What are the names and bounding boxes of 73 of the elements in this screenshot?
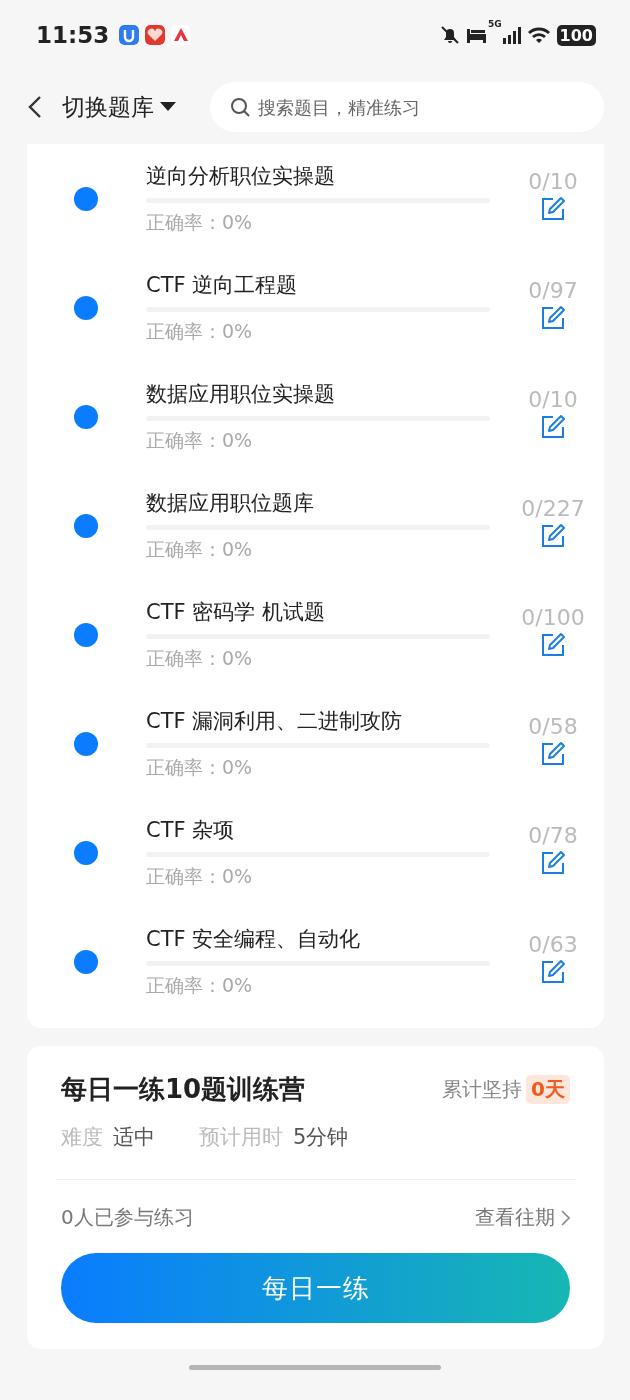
- topic-title: 逆向分析职位实操题: [146, 163, 336, 190]
- topic-row[interactable]: 逆向分析职位实操题 正确率：0% 0/10: [27, 144, 604, 253]
- edit-icon[interactable]: [540, 959, 566, 985]
- streak-badge: 0天: [526, 1075, 570, 1104]
- status-dot: [74, 513, 98, 538]
- status-dot: [74, 840, 98, 865]
- accuracy-text: 正确率：0%: [146, 973, 254, 998]
- network-label: 5G: [487, 20, 502, 29]
- progress-count: 0/58: [528, 714, 578, 739]
- topic-title: 数据应用职位实操题: [146, 381, 336, 408]
- bed-icon: [465, 26, 488, 44]
- signal-icon: [502, 26, 521, 44]
- accuracy-text: 正确率：0%: [146, 755, 254, 780]
- edit-icon[interactable]: [540, 523, 566, 549]
- topic-row[interactable]: CTF 漏洞利用、二进制攻防 正确率：0% 0/58: [27, 689, 604, 798]
- camp-title: 每日一练10题训练营: [61, 1073, 306, 1106]
- accuracy-text: 正确率：0%: [146, 537, 254, 562]
- topic-row[interactable]: 数据应用职位题库 正确率：0% 0/227: [27, 471, 604, 580]
- edit-icon[interactable]: [540, 305, 566, 331]
- app-icon: [171, 25, 192, 45]
- progress-count: 0/63: [528, 932, 578, 957]
- status-dot: [74, 731, 98, 756]
- accuracy-text: 正确率：0%: [146, 319, 254, 344]
- edit-icon[interactable]: [540, 850, 566, 876]
- accuracy-text: 正确率：0%: [146, 210, 254, 235]
- accuracy-text: 正确率：0%: [146, 428, 254, 453]
- topic-title: CTF 漏洞利用、二进制攻防: [146, 708, 404, 735]
- caret-icon: [160, 102, 176, 112]
- edit-icon[interactable]: [540, 741, 566, 767]
- difficulty-label: 难度: [61, 1124, 103, 1151]
- progress-count: 0/100: [521, 605, 585, 630]
- streak-label: 累计坚持: [442, 1076, 523, 1103]
- wifi-icon: [526, 26, 551, 44]
- progress-count: 0/78: [528, 823, 578, 848]
- edit-icon[interactable]: [540, 414, 566, 440]
- status-dot: [74, 404, 98, 429]
- status-dot: [74, 186, 98, 211]
- progress-count: 0/97: [528, 278, 578, 303]
- topic-title: 数据应用职位题库: [146, 490, 315, 517]
- progress-count: 0/10: [528, 387, 578, 412]
- topic-title: CTF 密码学 机试题: [146, 599, 326, 626]
- app-icon: [119, 25, 140, 45]
- chevron-right-icon: [561, 1209, 570, 1226]
- edit-icon[interactable]: [540, 196, 566, 222]
- difficulty-value: 适中: [113, 1124, 155, 1151]
- accuracy-text: 正确率：0%: [146, 864, 254, 889]
- back-icon[interactable]: [28, 95, 42, 119]
- clock: 11:53: [36, 22, 110, 48]
- time-value: 5分钟: [293, 1124, 349, 1151]
- topic-row[interactable]: CTF 安全编程、自动化 正确率：0% 0/63: [27, 907, 604, 1016]
- edit-icon[interactable]: [540, 632, 566, 658]
- status-dot: [74, 295, 98, 320]
- accuracy-text: 正确率：0%: [146, 646, 254, 671]
- muted-bell-icon: [439, 25, 460, 45]
- topic-row[interactable]: 数据应用职位实操题 正确率：0% 0/10: [27, 362, 604, 471]
- search-field[interactable]: 搜索题目，精准练习: [210, 82, 604, 132]
- history-link[interactable]: 查看往期: [475, 1204, 570, 1231]
- topic-title: CTF 逆向工程题: [146, 272, 299, 299]
- topic-row[interactable]: CTF 逆向工程题 正确率：0% 0/97: [27, 253, 604, 362]
- topic-title: CTF 安全编程、自动化: [146, 926, 362, 953]
- app-icon: [145, 25, 166, 45]
- time-label: 预计用时: [199, 1124, 283, 1151]
- status-dot: [74, 622, 98, 647]
- topic-row[interactable]: CTF 杂项 正确率：0% 0/78: [27, 798, 604, 907]
- status-dot: [74, 949, 98, 974]
- progress-count: 0/227: [521, 496, 585, 521]
- topic-row[interactable]: CTF 密码学 机试题 正确率：0% 0/100: [27, 580, 604, 689]
- battery-level: 100: [556, 24, 596, 46]
- switch-bank-dropdown[interactable]: 切换题库: [62, 91, 176, 123]
- search-icon: [230, 97, 251, 118]
- topic-title: CTF 杂项: [146, 817, 236, 844]
- participants-text: 0人已参与练习: [61, 1204, 194, 1231]
- progress-count: 0/10: [528, 169, 578, 194]
